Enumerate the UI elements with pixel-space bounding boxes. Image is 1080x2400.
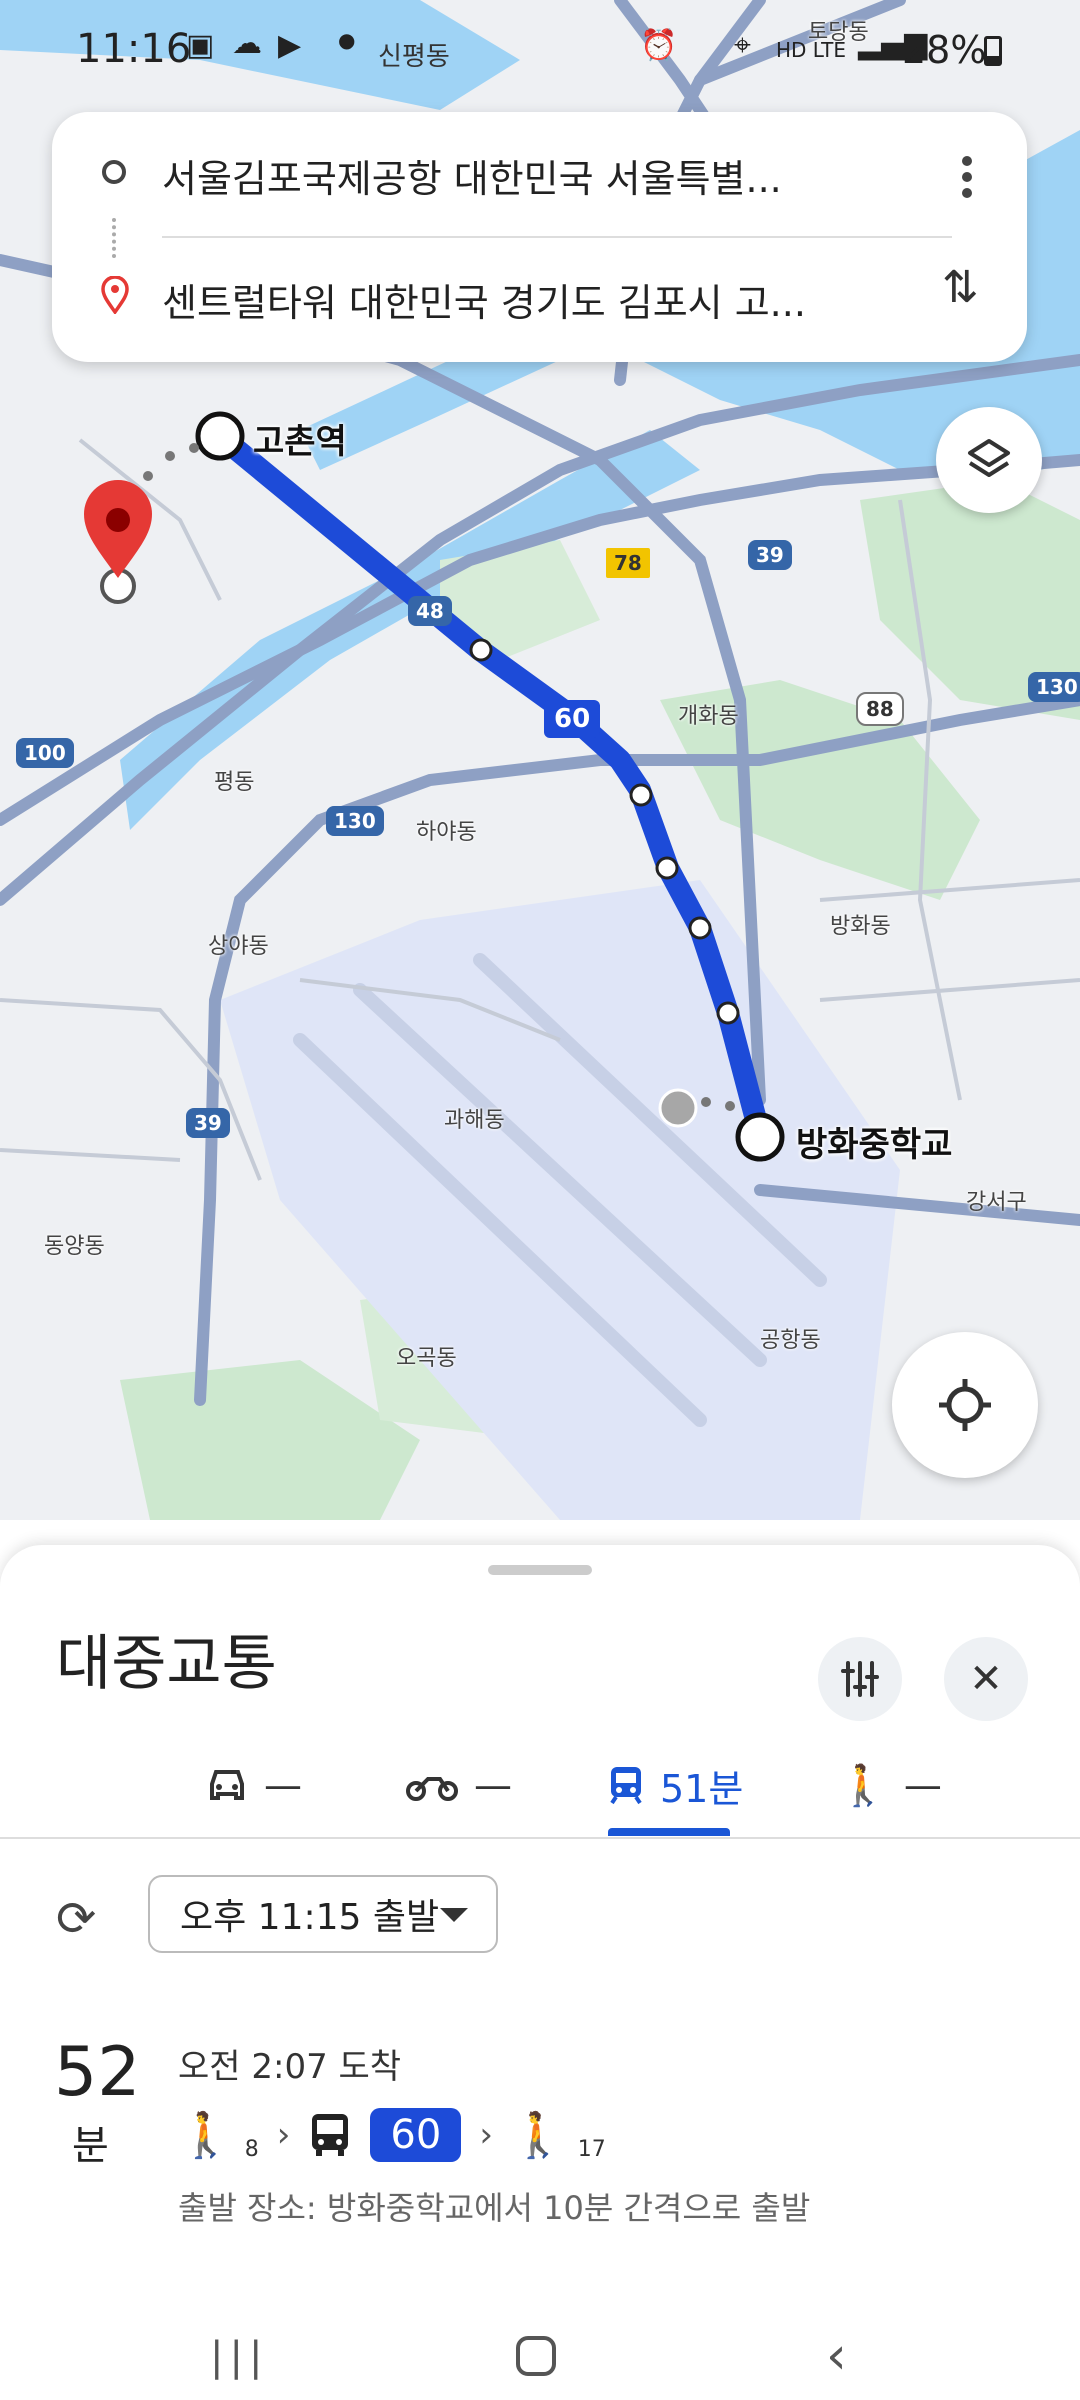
place-label: 방화동 <box>830 914 891 939</box>
layers-icon <box>968 439 1010 477</box>
place-label: 동양동 <box>44 1234 105 1259</box>
highway-shield: 39 <box>186 1108 230 1138</box>
active-tab-indicator <box>608 1828 730 1836</box>
departure-time-label: 오후 11:15 출발 <box>180 1897 440 1938</box>
departure-note: 출발 장소: 방화중학교에서 10분 간격으로 출발 <box>178 2189 811 2227</box>
highway-shield: 130 <box>326 806 384 836</box>
field-divider <box>162 236 952 238</box>
my-location-button[interactable] <box>892 1332 1038 1478</box>
start-stop-label: 고촌역 <box>253 422 347 462</box>
place-label: 상야동 <box>208 934 269 959</box>
tab-driving-label: — <box>264 1763 302 1807</box>
highway-shield: 130 <box>1028 672 1080 702</box>
arrival-time: 오전 2:07 도착 <box>178 2047 402 2087</box>
tab-motorcycle[interactable]: — <box>406 1750 512 1820</box>
end-stop-label: 방화중학교 <box>796 1125 953 1165</box>
route-connector <box>112 218 120 258</box>
origin-field[interactable]: 서울김포국제공항 대한민국 서울특별... <box>162 148 932 203</box>
car-icon <box>210 1770 244 1800</box>
highway-shield: 100 <box>16 738 74 768</box>
home-icon[interactable] <box>516 2336 556 2376</box>
walk-icon: 🚶 <box>838 1762 888 1809</box>
tab-motorcycle-label: — <box>474 1763 512 1807</box>
swap-vert-icon[interactable]: ⇅ <box>942 262 979 313</box>
sheet-title: 대중교통 <box>56 1629 277 1699</box>
refresh-icon[interactable]: ⟳ <box>56 1891 96 1947</box>
more-vert-icon[interactable] <box>957 150 977 210</box>
dot-icon: ● <box>338 28 356 52</box>
motorcycle-icon <box>406 1777 458 1801</box>
tab-walking-label: — <box>903 1763 942 1807</box>
tabs-divider <box>0 1837 1080 1839</box>
cloud-icon: ☁ <box>232 26 262 61</box>
highway-shield: 39 <box>748 540 792 570</box>
tab-transit[interactable]: 51분 <box>608 1750 743 1820</box>
highway-shield: 78 <box>606 548 650 578</box>
close-icon: ✕ <box>969 1656 1003 1702</box>
highway-shield: 88 <box>856 692 904 726</box>
route-duration-unit: 분 <box>72 2123 109 2169</box>
place-label: 하야동 <box>416 820 477 845</box>
system-nav-bar: ||| ‹ <box>0 2290 1080 2400</box>
walk-icon: 🚶 <box>510 2110 566 2161</box>
directions-search-card: 서울김포국제공항 대한민국 서울특별... 센트럴타워 대한민국 경기도 김포시… <box>52 112 1027 362</box>
place-label: 평동 <box>214 770 255 795</box>
battery-level: 28% <box>902 28 987 72</box>
directions-bottom-sheet: 대중교통 ✕ — — 51분 🚶 — ⟳ 오후 11:15 출발 52 분 오전… <box>0 1545 1080 2400</box>
gallery-icon: ▣ <box>186 28 215 63</box>
chevron-down-icon <box>440 1908 468 1922</box>
bus-route-chip: 60 <box>370 2108 462 2162</box>
chevron-right-icon: › <box>276 2115 291 2155</box>
recent-apps-icon[interactable]: ||| <box>210 2334 268 2380</box>
status-location: 신평동 <box>378 42 450 72</box>
route-number-48: 48 <box>408 596 452 626</box>
walk-minutes-end: 17 <box>577 2136 606 2162</box>
place-label: 공항동 <box>760 1328 821 1353</box>
alarm-icon: ⏰ <box>640 28 678 63</box>
status-time: 11:16 <box>76 26 192 72</box>
destination-field[interactable]: 센트럴타워 대한민국 경기도 김포시 고... <box>162 272 932 327</box>
chevron-right-icon: › <box>479 2115 493 2155</box>
route-steps[interactable]: 🚶 8 › 60 › 🚶 17 <box>178 2095 606 2175</box>
network-type: HD LTE <box>776 38 847 62</box>
transit-icon <box>610 1767 642 1805</box>
route-duration[interactable]: 52 <box>54 2033 141 2112</box>
bus-icon <box>312 2114 349 2156</box>
departure-time-select[interactable]: 오후 11:15 출발 <box>148 1875 498 1953</box>
place-label: 개화동 <box>678 704 739 729</box>
close-button[interactable]: ✕ <box>944 1637 1028 1721</box>
tab-walking[interactable]: 🚶 — <box>838 1750 942 1820</box>
tab-transit-label: 51분 <box>660 1766 744 1811</box>
layers-button[interactable] <box>936 407 1042 513</box>
place-label: 강서구 <box>966 1190 1027 1215</box>
battery-icon <box>984 36 1002 66</box>
origin-circle-icon <box>102 160 126 184</box>
route-number-60: 60 <box>544 700 601 738</box>
options-button[interactable] <box>818 1637 902 1721</box>
place-label: 과해동 <box>444 1108 505 1133</box>
youtube-icon: ▶ <box>278 28 302 63</box>
place-label: 오곡동 <box>396 1346 457 1371</box>
tab-driving[interactable]: — <box>206 1750 302 1820</box>
location-icon: ⌖ <box>734 28 751 63</box>
walk-icon: 🚶 <box>178 2110 233 2161</box>
walk-minutes-start: 8 <box>244 2136 259 2162</box>
back-icon[interactable]: ‹ <box>826 2326 847 2386</box>
sheet-drag-handle[interactable] <box>488 1565 592 1575</box>
status-bar: 11:16 ▣ ☁ ▶ ● 신평동 ⏰ ⌖ HD LTE ▂▄▆ 28% <box>0 0 1080 105</box>
destination-pin-icon <box>101 276 129 314</box>
tune-icon <box>841 1661 879 1697</box>
crosshair-icon <box>939 1379 991 1431</box>
